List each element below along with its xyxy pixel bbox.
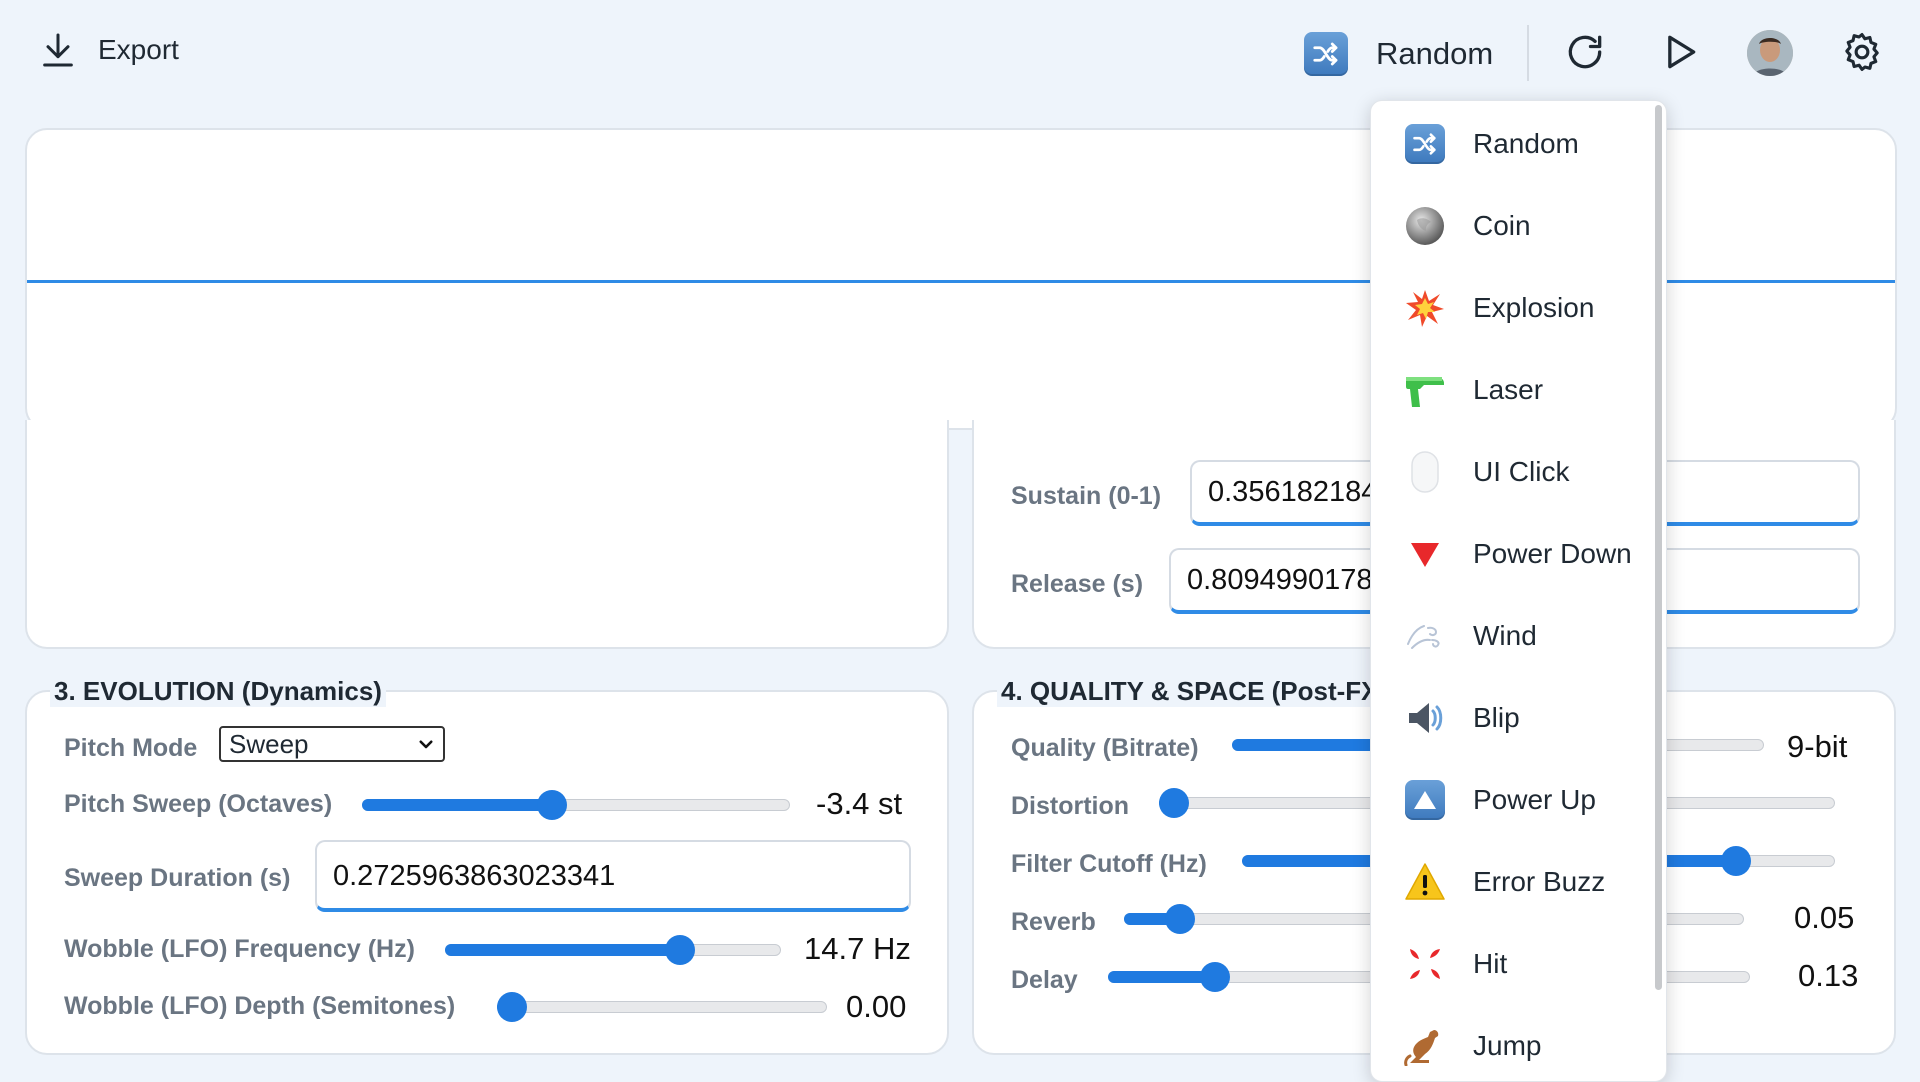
chevron-down-icon xyxy=(419,740,433,749)
menu-item-label: Hit xyxy=(1473,948,1508,979)
slider-thumb[interactable] xyxy=(665,935,696,965)
sustain-label: Sustain (0-1) xyxy=(1011,482,1162,510)
menu-item-explosion[interactable]: Explosion xyxy=(1371,267,1651,349)
menu-item-power-up[interactable]: Power Up xyxy=(1371,759,1651,841)
evolution-title: 3. EVOLUTION (Dynamics) xyxy=(50,676,386,707)
shuffle-icon xyxy=(1304,32,1348,76)
slider-thumb[interactable] xyxy=(497,992,527,1022)
avatar[interactable] xyxy=(1747,30,1793,76)
menu-item-label: Error Buzz xyxy=(1473,866,1606,897)
triangle-down-icon xyxy=(1403,532,1447,576)
menu-item-label: Coin xyxy=(1473,210,1531,241)
lfo-frequency-label: Wobble (LFO) Frequency (Hz) xyxy=(64,935,415,963)
quality-label: Quality (Bitrate) xyxy=(1011,734,1199,762)
export-button[interactable]: Export xyxy=(38,30,179,70)
menu-item-coin[interactable]: Coin xyxy=(1371,185,1651,267)
menu-item-label: Explosion xyxy=(1473,292,1595,323)
kangaroo-icon xyxy=(1403,1024,1447,1068)
menu-item-label: Power Down xyxy=(1473,538,1632,569)
laser-gun-icon xyxy=(1403,368,1447,412)
pitch-mode-label: Pitch Mode xyxy=(64,734,198,762)
explosion-icon xyxy=(1403,286,1447,330)
menu-item-error-buzz[interactable]: Error Buzz xyxy=(1371,841,1651,923)
triangle-up-icon xyxy=(1403,778,1447,822)
slider-thumb[interactable] xyxy=(537,790,568,820)
shuffle-icon xyxy=(1403,122,1447,166)
delay-value: 0.13 xyxy=(1798,958,1859,993)
slider-thumb[interactable] xyxy=(1720,846,1751,876)
slider-thumb[interactable] xyxy=(1159,788,1189,818)
menu-item-label: Laser xyxy=(1473,374,1544,405)
menu-item-power-down[interactable]: Power Down xyxy=(1371,513,1651,595)
menu-item-label: Blip xyxy=(1473,702,1520,733)
pitch-sweep-label: Pitch Sweep (Octaves) xyxy=(64,790,333,818)
reverb-value: 0.05 xyxy=(1794,900,1855,935)
menu-item-hit[interactable]: Hit xyxy=(1371,923,1651,1005)
lfo-depth-value: 0.00 xyxy=(846,989,907,1024)
warning-icon xyxy=(1403,860,1447,904)
menu-item-label: Power Up xyxy=(1473,784,1596,815)
sweep-duration-label: Sweep Duration (s) xyxy=(64,864,291,892)
release-label: Release (s) xyxy=(1011,570,1144,598)
gear-icon[interactable] xyxy=(1840,30,1884,74)
preset-selector-button[interactable]: Random xyxy=(1304,24,1493,84)
pitch-mode-select[interactable]: Sweep xyxy=(219,726,445,762)
quality-title: 4. QUALITY & SPACE (Post-FX) xyxy=(997,676,1392,707)
preset-label: Random xyxy=(1376,36,1494,71)
delay-label: Delay xyxy=(1011,966,1078,994)
menu-item-random[interactable]: Random xyxy=(1371,103,1651,185)
speaker-icon xyxy=(1403,696,1447,740)
menu-item-jump[interactable]: Jump xyxy=(1371,1005,1651,1081)
menu-item-label: UI Click xyxy=(1473,456,1570,487)
preset-dropdown-menu: Random Coin Explosion Laser UI Click Pow… xyxy=(1370,100,1667,1082)
slider-thumb[interactable] xyxy=(1165,904,1196,934)
lfo-depth-slider[interactable] xyxy=(497,992,827,1022)
menu-item-laser[interactable]: Laser xyxy=(1371,349,1651,431)
menu-item-label: Wind xyxy=(1473,620,1537,651)
menu-item-wind[interactable]: Wind xyxy=(1371,595,1651,677)
slider-thumb[interactable] xyxy=(1199,962,1230,992)
coin-icon xyxy=(1403,204,1447,248)
quality-value: 9-bit xyxy=(1787,729,1848,764)
evolution-panel: Pitch Mode Sweep Pitch Sweep (Octaves) -… xyxy=(25,690,949,1055)
menu-scrollbar[interactable] xyxy=(1655,105,1662,990)
filter-cutoff-label: Filter Cutoff (Hz) xyxy=(1011,850,1207,878)
sweep-duration-input[interactable]: 0.2725963863023341 xyxy=(315,840,911,912)
lfo-depth-label: Wobble (LFO) Depth (Semitones) xyxy=(64,992,456,1020)
download-icon xyxy=(43,33,73,67)
export-label: Export xyxy=(98,34,179,65)
lfo-frequency-value: 14.7 Hz xyxy=(804,931,911,966)
pitch-sweep-slider[interactable] xyxy=(362,790,790,820)
pitch-sweep-value: -3.4 st xyxy=(816,786,903,821)
menu-item-label: Jump xyxy=(1473,1030,1542,1061)
menu-item-blip[interactable]: Blip xyxy=(1371,677,1651,759)
reverb-label: Reverb xyxy=(1011,908,1096,936)
pitch-mode-value: Sweep xyxy=(229,728,309,759)
anger-icon xyxy=(1403,942,1447,986)
menu-item-ui-click[interactable]: UI Click xyxy=(1371,431,1651,513)
toolbar: Export Random xyxy=(0,0,1920,110)
menu-item-label: Random xyxy=(1473,128,1579,159)
wind-icon xyxy=(1403,614,1447,658)
toolbar-divider xyxy=(1527,25,1529,81)
lfo-frequency-slider[interactable] xyxy=(445,935,781,965)
mouse-icon xyxy=(1403,450,1447,494)
reload-icon[interactable] xyxy=(1563,30,1607,74)
play-icon[interactable] xyxy=(1657,30,1701,74)
distortion-label: Distortion xyxy=(1011,792,1130,820)
section-1-panel xyxy=(25,420,949,649)
